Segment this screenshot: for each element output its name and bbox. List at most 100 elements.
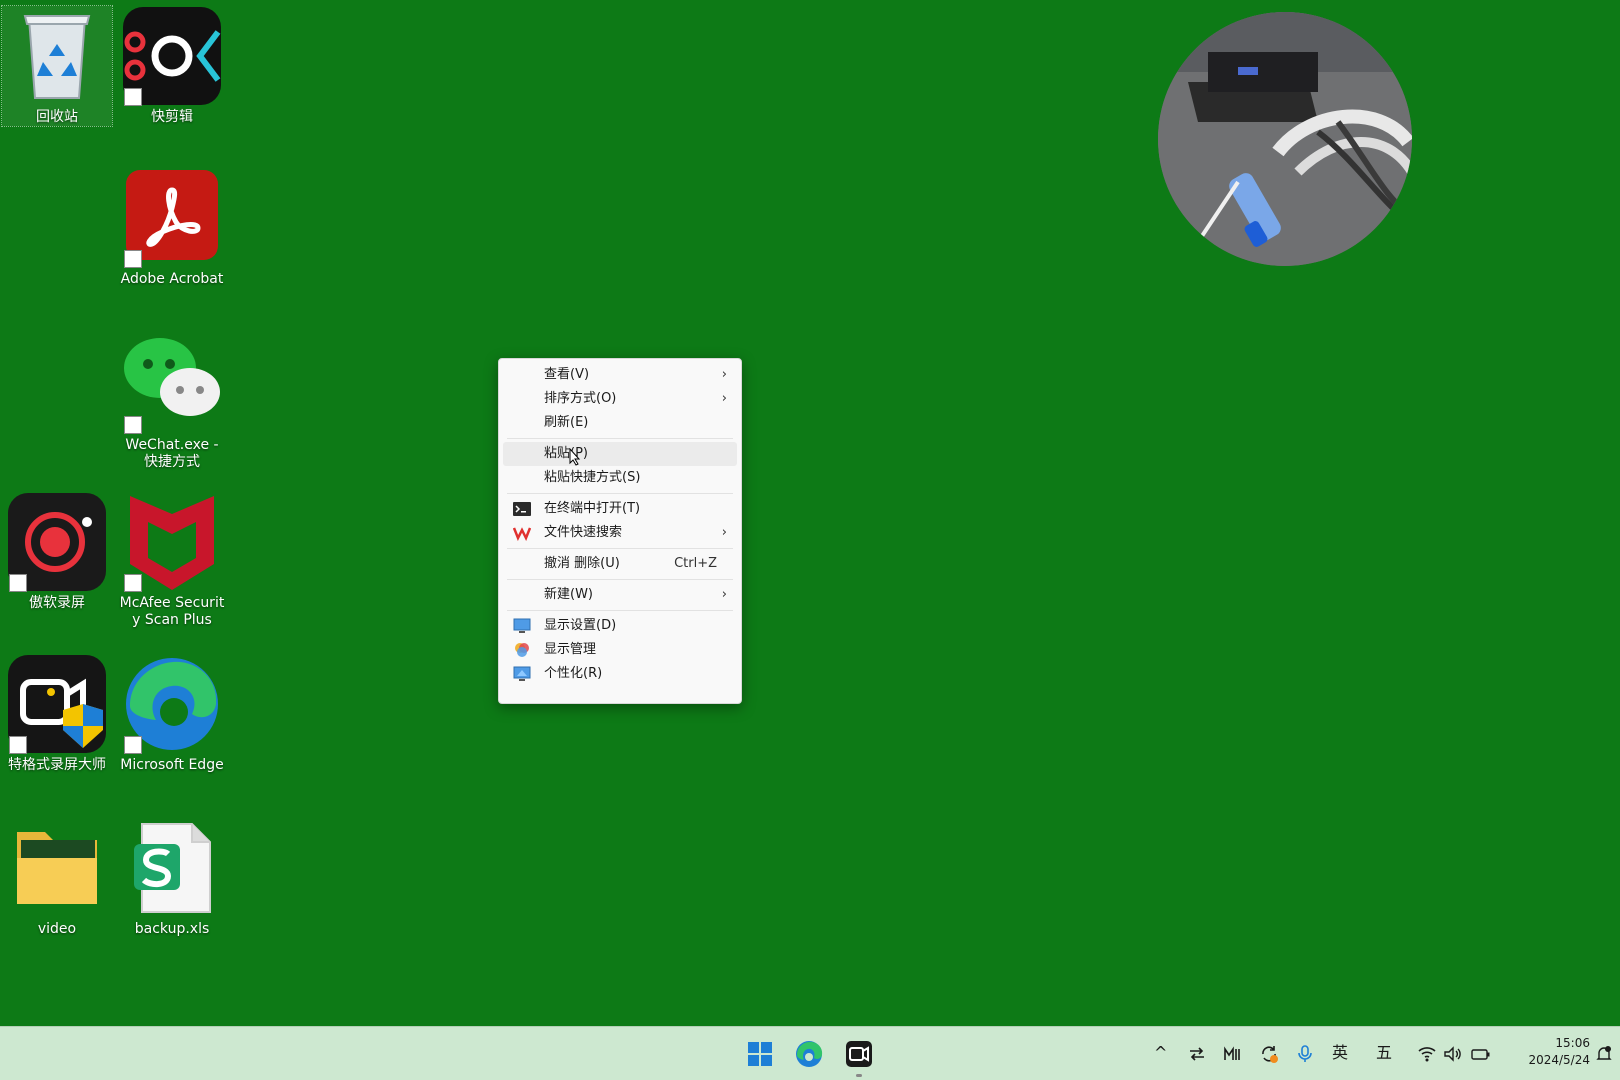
menu-item-label: 在终端中打开(T) bbox=[544, 501, 641, 516]
ime-mode-indicator[interactable]: 五 bbox=[1376, 1043, 1392, 1063]
menu-item-label: 显示管理 bbox=[544, 642, 597, 657]
desktop-icon-aoruan-recorder[interactable]: 傲软录屏 bbox=[2, 492, 112, 612]
battery-icon[interactable] bbox=[1471, 1045, 1491, 1063]
menu-item-paste[interactable]: 粘贴(P) bbox=[503, 442, 737, 466]
taskbar-edge-button[interactable] bbox=[791, 1036, 827, 1072]
notification-bell-icon[interactable] bbox=[1596, 1045, 1612, 1063]
desktop-icon-recycle-bin[interactable]: 回收站 bbox=[1, 5, 113, 127]
menu-item-personalize[interactable]: 个性化(R) bbox=[503, 662, 737, 686]
menu-separator bbox=[507, 493, 733, 494]
transfer-arrows-icon[interactable] bbox=[1188, 1045, 1206, 1063]
adobe-acrobat-icon bbox=[122, 168, 222, 268]
shortcut-arrow-icon bbox=[124, 574, 142, 592]
desktop-icon-label: Microsoft Edge bbox=[120, 757, 224, 773]
clock-time: 15:06 bbox=[1555, 1036, 1590, 1050]
input-method-icon[interactable] bbox=[1223, 1045, 1243, 1063]
edge-icon bbox=[122, 654, 222, 754]
shortcut-arrow-icon bbox=[124, 250, 142, 268]
desktop-icon-backup-xls[interactable]: backup.xls bbox=[117, 818, 227, 938]
sync-icon[interactable] bbox=[1259, 1044, 1279, 1064]
desktop-icon-mcafee[interactable]: McAfee Security Scan Plus bbox=[117, 492, 227, 629]
clock-date: 2024/5/24 bbox=[1528, 1053, 1590, 1067]
start-button[interactable] bbox=[742, 1036, 778, 1072]
chevron-right-icon: › bbox=[721, 525, 727, 540]
shortcut-arrow-icon bbox=[9, 574, 27, 592]
menu-item-label: 撤消 删除(U) bbox=[544, 556, 620, 571]
display-settings-icon bbox=[513, 618, 531, 633]
mcafee-shield-icon bbox=[122, 492, 222, 592]
menu-item-paste-shortcut[interactable]: 粘贴快捷方式(S) bbox=[503, 466, 737, 490]
menu-item-label: 粘贴(P) bbox=[544, 446, 588, 461]
desktop-icon-video-folder[interactable]: video bbox=[2, 818, 112, 938]
desktop-icon-microsoft-edge[interactable]: Microsoft Edge bbox=[117, 654, 227, 774]
recycle-bin-icon bbox=[7, 6, 107, 106]
menu-item-undo-delete[interactable]: 撤消 删除(U) Ctrl+Z bbox=[503, 552, 737, 576]
menu-separator bbox=[507, 579, 733, 580]
menu-item-label: 显示设置(D) bbox=[544, 618, 617, 633]
desktop-icon-label: backup.xls bbox=[134, 921, 210, 937]
shortcut-arrow-icon bbox=[124, 736, 142, 754]
terminal-icon bbox=[513, 502, 531, 516]
menu-separator bbox=[507, 438, 733, 439]
windows-logo-icon bbox=[748, 1042, 772, 1066]
menu-item-open-in-terminal[interactable]: 在终端中打开(T) bbox=[503, 497, 737, 521]
taskbar: ^ 英 五 15:06 2024/5/24 bbox=[0, 1026, 1620, 1080]
volume-icon[interactable] bbox=[1443, 1045, 1463, 1063]
personalize-icon bbox=[513, 666, 531, 681]
menu-separator bbox=[507, 610, 733, 611]
menu-item-label: 查看(V) bbox=[544, 367, 590, 382]
desktop-icon-label: 快剪辑 bbox=[151, 109, 193, 125]
show-hidden-icons-button[interactable]: ^ bbox=[1154, 1043, 1167, 1063]
running-indicator bbox=[856, 1074, 862, 1077]
menu-item-file-quick-search[interactable]: 文件快速搜索 › bbox=[503, 521, 737, 545]
microphone-icon[interactable] bbox=[1297, 1044, 1313, 1064]
desktop-icon-label: 回收站 bbox=[36, 109, 78, 125]
desktop-icon-kuaijianji[interactable]: 快剪辑 bbox=[117, 6, 227, 126]
folder-icon bbox=[7, 818, 107, 918]
wps-logo-icon bbox=[513, 527, 531, 541]
desktop-icon-label: Adobe Acrobat bbox=[120, 271, 224, 287]
desktop-context-menu: 查看(V) › 排序方式(O) › 刷新(E) 粘贴(P) 粘贴快捷方式(S) bbox=[498, 358, 742, 704]
menu-separator bbox=[507, 548, 733, 549]
menu-item-label: 个性化(R) bbox=[544, 666, 603, 681]
system-clock[interactable]: 15:06 2024/5/24 bbox=[1528, 1035, 1590, 1069]
webcam-overlay[interactable] bbox=[1158, 12, 1412, 266]
menu-item-new[interactable]: 新建(W) › bbox=[503, 583, 737, 607]
desktop[interactable]: 回收站 快剪辑 Adobe Acrobat WeChat.exe - 快捷方式 … bbox=[0, 0, 1620, 1026]
desktop-icon-label: WeChat.exe - 快捷方式 bbox=[125, 437, 219, 470]
desktop-icon-label: 特格式录屏大师 bbox=[8, 757, 106, 773]
edge-icon bbox=[796, 1041, 823, 1067]
shortcut-arrow-icon bbox=[124, 88, 142, 106]
webcam-feed-image bbox=[1158, 12, 1412, 266]
menu-item-label: 粘贴快捷方式(S) bbox=[544, 470, 641, 485]
screen-recorder-icon bbox=[7, 492, 107, 592]
menu-item-label: 刷新(E) bbox=[544, 415, 589, 430]
menu-item-sort-by[interactable]: 排序方式(O) › bbox=[503, 387, 737, 411]
desktop-icon-adobe-acrobat[interactable]: Adobe Acrobat bbox=[117, 168, 227, 288]
menu-item-display-settings[interactable]: 显示设置(D) bbox=[503, 614, 737, 638]
menu-item-label: 文件快速搜索 bbox=[544, 525, 623, 540]
shortcut-arrow-icon bbox=[124, 416, 142, 434]
wechat-icon bbox=[122, 334, 222, 434]
wifi-icon[interactable] bbox=[1417, 1045, 1437, 1063]
spreadsheet-file-icon bbox=[122, 818, 222, 918]
menu-item-label: 排序方式(O) bbox=[544, 391, 617, 406]
chevron-right-icon: › bbox=[721, 391, 727, 406]
menu-item-refresh[interactable]: 刷新(E) bbox=[503, 411, 737, 435]
ime-language-indicator[interactable]: 英 bbox=[1332, 1043, 1348, 1063]
desktop-icon-wechat[interactable]: WeChat.exe - 快捷方式 bbox=[117, 334, 227, 471]
desktop-icon-label: 傲软录屏 bbox=[29, 595, 85, 611]
menu-item-label: 新建(W) bbox=[544, 587, 593, 602]
color-wheel-icon bbox=[515, 643, 529, 657]
video-camera-icon bbox=[846, 1041, 872, 1067]
taskbar-recorder-button[interactable] bbox=[841, 1036, 877, 1077]
kuaijianji-icon bbox=[122, 6, 222, 106]
menu-item-view[interactable]: 查看(V) › bbox=[503, 363, 737, 387]
desktop-icon-label: McAfee Security Scan Plus bbox=[119, 595, 225, 628]
menu-item-display-manager[interactable]: 显示管理 bbox=[503, 638, 737, 662]
shortcut-arrow-icon bbox=[9, 736, 27, 754]
desktop-icon-screen-recorder-master[interactable]: 特格式录屏大师 bbox=[2, 654, 112, 774]
chevron-right-icon: › bbox=[721, 587, 727, 602]
menu-item-shortcut: Ctrl+Z bbox=[674, 556, 717, 571]
mouse-cursor-icon bbox=[569, 448, 581, 466]
